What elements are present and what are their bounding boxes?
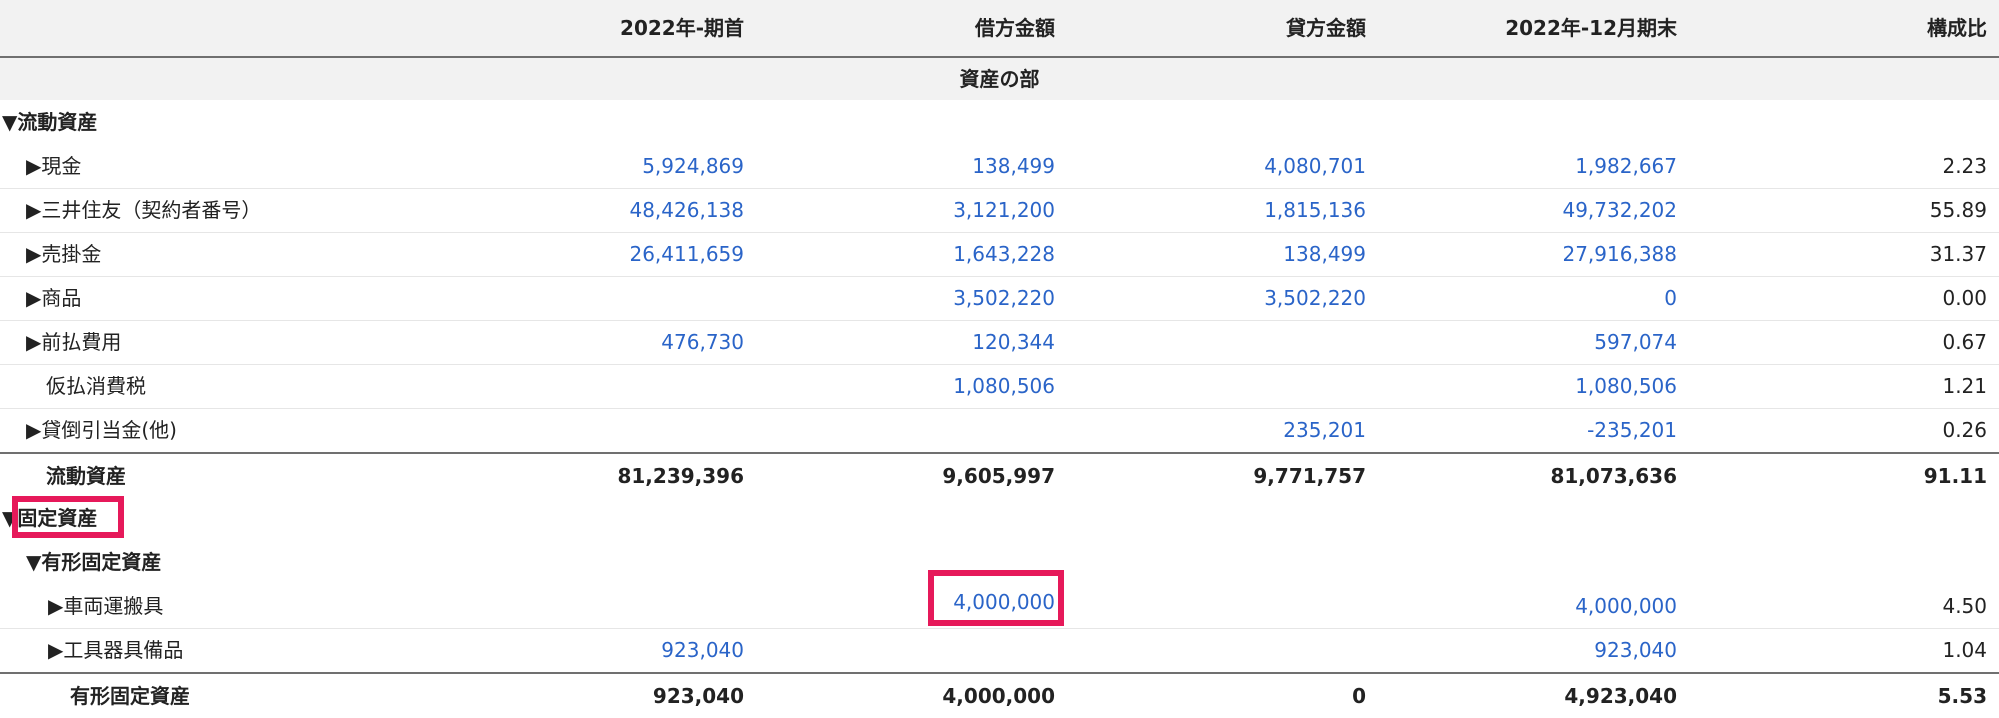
subtotal-credit: 0: [1352, 684, 1366, 708]
subtotal-ratio: 91.11: [1923, 464, 1987, 488]
closing-amount-link[interactable]: 0: [1477, 276, 1677, 320]
subtotal-closing: 4,923,040: [1564, 684, 1677, 708]
debit-amount-link[interactable]: 120,344: [855, 320, 1055, 364]
col-ratio-header: 構成比: [1927, 16, 1987, 40]
subtotal-credit: 9,771,757: [1253, 464, 1366, 488]
account-link[interactable]: ▶工具器具備品: [48, 628, 183, 672]
account-link[interactable]: ▶車両運搬具: [48, 584, 163, 628]
closing-amount-link[interactable]: 49,732,202: [1477, 188, 1677, 232]
closing-amount-link[interactable]: 597,074: [1477, 320, 1677, 364]
account-label: 仮払消費税: [46, 374, 146, 398]
group-label-tangible[interactable]: ▼有形固定資産: [26, 540, 161, 584]
credit-amount-link[interactable]: 4,080,701: [1166, 144, 1366, 188]
ratio-value: 1.21: [1942, 374, 1987, 398]
group-label-current-assets[interactable]: ▼流動資産: [2, 100, 97, 144]
ratio-value: 0.67: [1942, 330, 1987, 354]
table-row: ▶三井住友（契約者番号） 48,426,138 3,121,200 1,815,…: [0, 188, 1999, 233]
debit-amount-link[interactable]: 3,502,220: [855, 276, 1055, 320]
opening-amount-link[interactable]: [544, 364, 744, 408]
opening-amount-link[interactable]: [544, 276, 744, 320]
col-credit-header: 貸方金額: [1286, 16, 1366, 40]
subtotal-label: 流動資産: [46, 464, 126, 488]
ratio-value: 31.37: [1929, 242, 1987, 266]
credit-amount-link[interactable]: [1166, 628, 1366, 672]
subtotal-opening: 923,040: [652, 684, 744, 708]
subtotal-label: 有形固定資産: [70, 684, 190, 708]
subtotal-ratio: 5.53: [1937, 684, 1987, 708]
ratio-value: 2.23: [1942, 154, 1987, 178]
subtotal-row-tangible: 有形固定資産 923,040 4,000,000 0 4,923,040 5.5…: [0, 672, 1999, 718]
ratio-value: 0.00: [1942, 286, 1987, 310]
opening-amount-link[interactable]: 476,730: [544, 320, 744, 364]
highlight-box-vehicle-debit: [928, 570, 1064, 626]
table-row: ▶貸倒引当金(他) 235,201 -235,201 0.26: [0, 408, 1999, 452]
section-title: 資産の部: [0, 58, 1999, 100]
debit-amount-link[interactable]: [855, 628, 1055, 672]
table-row: ▶前払費用 476,730 120,344 597,074 0.67: [0, 320, 1999, 365]
ratio-value: 1.04: [1942, 638, 1987, 662]
table-row: ▶工具器具備品 923,040 923,040 1.04: [0, 628, 1999, 672]
account-link[interactable]: ▶貸倒引当金(他): [26, 408, 177, 452]
table-header: 2022年-期首 借方金額 貸方金額 2022年-12月期末 構成比: [0, 0, 1999, 58]
closing-amount-link[interactable]: 4,000,000: [1477, 584, 1677, 628]
table-row: ▶商品 3,502,220 3,502,220 0 0.00: [0, 276, 1999, 321]
group-row-fixed-assets[interactable]: ▼固定資産: [0, 496, 1999, 540]
credit-amount-link[interactable]: 3,502,220: [1166, 276, 1366, 320]
credit-amount-link[interactable]: [1166, 584, 1366, 628]
opening-amount-link[interactable]: [544, 584, 744, 628]
debit-amount-link[interactable]: 1,080,506: [855, 364, 1055, 408]
closing-amount-link[interactable]: 1,982,667: [1477, 144, 1677, 188]
table-row: ▶売掛金 26,411,659 1,643,228 138,499 27,916…: [0, 232, 1999, 277]
closing-amount-link[interactable]: 1,080,506: [1477, 364, 1677, 408]
subtotal-debit: 9,605,997: [942, 464, 1055, 488]
debit-amount-link[interactable]: [855, 408, 1055, 452]
table-row: ▶現金 5,924,869 138,499 4,080,701 1,982,66…: [0, 144, 1999, 189]
opening-amount-link[interactable]: 923,040: [544, 628, 744, 672]
table-row: 仮払消費税 1,080,506 1,080,506 1.21: [0, 364, 1999, 409]
ratio-value: 55.89: [1929, 198, 1987, 222]
closing-amount-link[interactable]: 27,916,388: [1477, 232, 1677, 276]
credit-amount-link[interactable]: 138,499: [1166, 232, 1366, 276]
debit-amount-link[interactable]: 3,121,200: [855, 188, 1055, 232]
col-debit-header: 借方金額: [975, 16, 1055, 40]
account-link[interactable]: ▶商品: [26, 276, 81, 320]
closing-amount-link[interactable]: 923,040: [1477, 628, 1677, 672]
debit-amount-link[interactable]: 138,499: [855, 144, 1055, 188]
subtotal-closing: 81,073,636: [1550, 464, 1677, 488]
credit-amount-link[interactable]: 235,201: [1166, 408, 1366, 452]
opening-amount-link[interactable]: 5,924,869: [544, 144, 744, 188]
credit-amount-link[interactable]: [1166, 364, 1366, 408]
debit-amount-link[interactable]: 1,643,228: [855, 232, 1055, 276]
subtotal-opening: 81,239,396: [617, 464, 744, 488]
account-link[interactable]: ▶三井住友（契約者番号）: [26, 188, 261, 232]
ratio-value: 0.26: [1942, 418, 1987, 442]
credit-amount-link[interactable]: [1166, 320, 1366, 364]
group-row-current-assets[interactable]: ▼流動資産: [0, 100, 1999, 144]
opening-amount-link[interactable]: [544, 408, 744, 452]
account-link[interactable]: ▶前払費用: [26, 320, 121, 364]
account-link[interactable]: ▶売掛金: [26, 232, 101, 276]
ratio-value: 4.50: [1942, 594, 1987, 618]
opening-amount-link[interactable]: 48,426,138: [544, 188, 744, 232]
closing-amount-link[interactable]: -235,201: [1477, 408, 1677, 452]
subtotal-row-current-assets: 流動資産 81,239,396 9,605,997 9,771,757 81,0…: [0, 452, 1999, 498]
subtotal-debit: 4,000,000: [942, 684, 1055, 708]
col-opening-header: 2022年-期首: [620, 16, 744, 40]
credit-amount-link[interactable]: 1,815,136: [1166, 188, 1366, 232]
col-closing-header: 2022年-12月期末: [1505, 16, 1677, 40]
highlight-box-fixed-assets: [12, 496, 124, 538]
account-link[interactable]: ▶現金: [26, 144, 81, 188]
opening-amount-link[interactable]: 26,411,659: [544, 232, 744, 276]
